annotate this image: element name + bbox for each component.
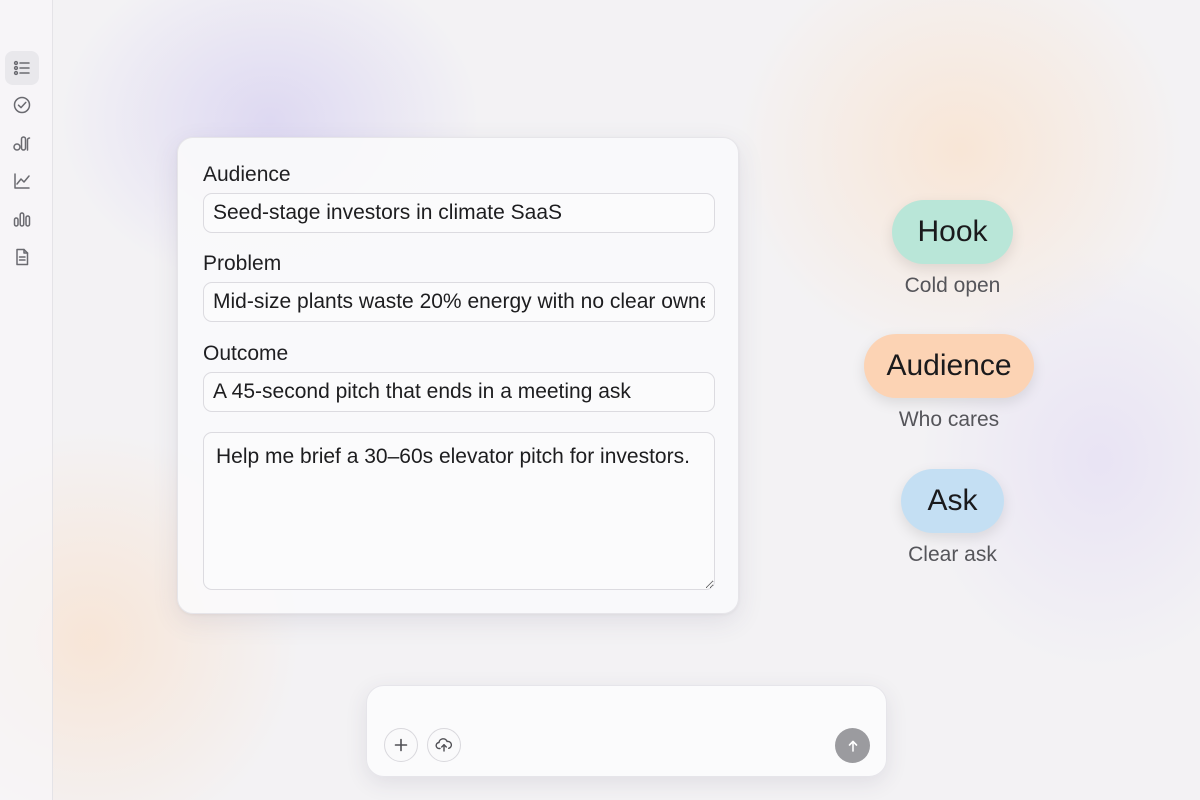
composer: [366, 685, 887, 777]
composer-input[interactable]: [385, 696, 869, 726]
problem-field[interactable]: [203, 282, 715, 322]
check-circle-icon: [13, 96, 31, 114]
line-chart-icon: [14, 173, 30, 189]
ask-caption: Clear ask: [908, 543, 997, 566]
plus-icon: [394, 738, 408, 752]
hook-caption: Cold open: [904, 274, 1001, 297]
pill-group-audience: Audience Who cares: [864, 334, 1034, 432]
sidebar-item-documents[interactable]: [5, 240, 39, 274]
pill-group-hook: Hook Cold open: [892, 200, 1013, 298]
prompt-textarea[interactable]: Help me brief a 30–60s elevator pitch fo…: [203, 432, 715, 590]
shapes-icon: [13, 136, 31, 151]
sidebar-item-reports[interactable]: [5, 202, 39, 236]
audience-field[interactable]: [203, 193, 715, 233]
sidebar-item-analytics[interactable]: [5, 164, 39, 198]
outcome-field[interactable]: [203, 372, 715, 412]
hook-pill[interactable]: Hook: [892, 200, 1013, 264]
audience-caption: Who cares: [898, 408, 1000, 431]
problem-label: Problem: [203, 252, 282, 275]
audience-pill[interactable]: Audience: [864, 334, 1034, 398]
sidebar: [0, 0, 53, 800]
list-icon: [13, 60, 30, 76]
audience-label: Audience: [203, 163, 291, 186]
ask-pill-label: Ask: [927, 484, 978, 517]
pill-group-ask: Ask Clear ask: [901, 469, 1004, 567]
sidebar-item-shapes[interactable]: [5, 126, 39, 160]
document-icon: [16, 248, 29, 266]
sidebar-item-list[interactable]: [5, 51, 39, 85]
hook-pill-label: Hook: [917, 215, 988, 248]
upload-button[interactable]: [427, 728, 461, 762]
brief-form-card: Audience Problem Outcome Help me brief a…: [177, 137, 739, 614]
ask-pill[interactable]: Ask: [901, 469, 1004, 533]
add-button[interactable]: [384, 728, 418, 762]
send-button[interactable]: [835, 728, 870, 763]
bar-chart-icon: [13, 212, 31, 227]
cloud-upload-icon: [435, 738, 453, 752]
arrow-up-icon: [848, 740, 857, 752]
outcome-label: Outcome: [203, 342, 289, 365]
audience-pill-label: Audience: [886, 349, 1012, 382]
sidebar-item-tasks[interactable]: [5, 88, 39, 122]
